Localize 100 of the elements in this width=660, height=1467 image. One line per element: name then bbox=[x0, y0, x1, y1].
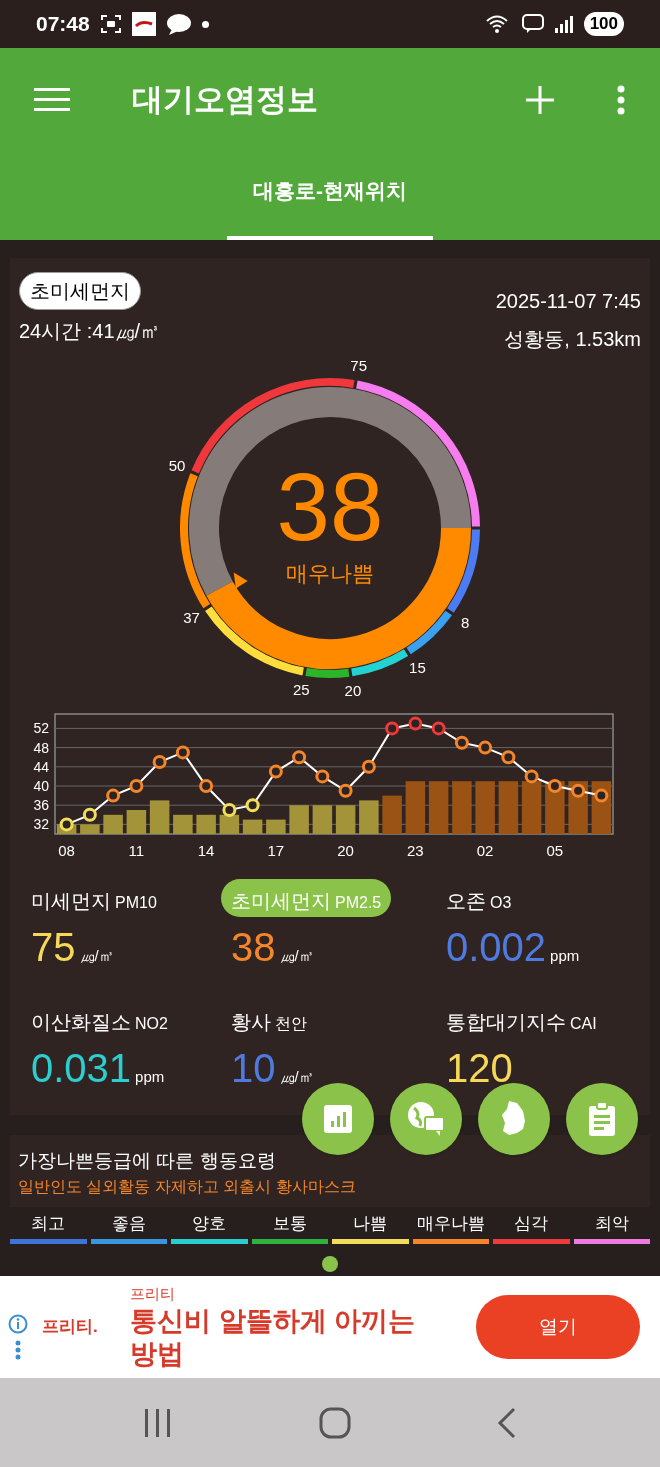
bar bbox=[149, 800, 170, 834]
x-tick-label: 08 bbox=[58, 842, 75, 859]
ad-headline: 통신비 알뜰하게 아끼는 방법 bbox=[130, 1305, 416, 1372]
measurement-unit: ㎍/㎥ bbox=[79, 946, 114, 966]
screenshot-icon bbox=[99, 14, 122, 34]
bar bbox=[452, 781, 472, 834]
data-point bbox=[547, 779, 562, 793]
measurement-unit: ㎍/㎥ bbox=[279, 946, 314, 966]
grade-label: 좋음 bbox=[111, 1213, 146, 1235]
add-icon[interactable] bbox=[526, 86, 554, 114]
bar bbox=[312, 805, 333, 834]
grade-label: 최고 bbox=[31, 1213, 66, 1235]
bar bbox=[428, 781, 449, 834]
grade-label: 양호 bbox=[192, 1213, 227, 1235]
signal-icon bbox=[553, 14, 574, 34]
y-tick-label: 36 bbox=[33, 797, 49, 814]
hd-voice-icon bbox=[521, 14, 544, 34]
y-tick-label: 44 bbox=[33, 758, 49, 775]
gauge-value: 38 bbox=[276, 458, 384, 555]
gauge-tick-label: 75 bbox=[350, 358, 367, 374]
data-point bbox=[338, 783, 353, 798]
data-point bbox=[152, 755, 167, 769]
gauge-tick-label: 25 bbox=[293, 681, 310, 698]
measurement-value: 0.002 bbox=[446, 927, 547, 967]
data-point bbox=[315, 769, 330, 784]
pollutant-selector[interactable]: 미세먼지 PM10 bbox=[31, 879, 157, 917]
bar bbox=[126, 810, 147, 834]
grade-label: 최악 bbox=[594, 1213, 629, 1235]
data-point bbox=[524, 769, 539, 784]
bar bbox=[289, 805, 309, 834]
more-options-icon[interactable] bbox=[616, 85, 626, 115]
gauge-tick-label: 37 bbox=[183, 608, 200, 626]
y-tick-label: 40 bbox=[33, 778, 49, 794]
data-point bbox=[408, 716, 423, 731]
y-tick-label: 32 bbox=[33, 816, 49, 833]
bar bbox=[80, 824, 100, 834]
data-point bbox=[431, 721, 446, 736]
app-title: 대기오염정보 bbox=[132, 80, 319, 119]
x-tick-label: 17 bbox=[267, 842, 285, 859]
bar bbox=[475, 781, 495, 834]
grade-label: 나쁨 bbox=[353, 1213, 388, 1235]
bar bbox=[173, 814, 193, 834]
info-icon[interactable] bbox=[8, 1314, 28, 1334]
pollutant-selector[interactable]: 황사 천안 bbox=[231, 1000, 307, 1038]
data-point bbox=[292, 750, 307, 765]
measurement-unit: ppm bbox=[550, 946, 580, 966]
grade-label: 보통 bbox=[272, 1213, 307, 1235]
gauge-grade: 매우나쁨 bbox=[286, 559, 374, 588]
x-tick-label: 20 bbox=[337, 842, 354, 859]
data-point bbox=[129, 779, 144, 793]
recent-apps-icon[interactable] bbox=[143, 1408, 173, 1437]
data-point bbox=[82, 807, 97, 822]
y-tick-label: 52 bbox=[33, 720, 49, 737]
app-notification-icon bbox=[131, 12, 156, 36]
x-tick-label: 14 bbox=[197, 842, 215, 859]
data-point bbox=[361, 759, 376, 774]
x-tick-label: 11 bbox=[128, 842, 145, 859]
measurement-value: 0.031 bbox=[31, 1048, 132, 1088]
measurement-value: 38 bbox=[231, 927, 276, 967]
globe-chat-icon bbox=[406, 1100, 446, 1138]
data-point bbox=[478, 740, 493, 755]
bar bbox=[521, 781, 542, 834]
advice-text: 일반인도 실외활동 자제하고 외출시 황사마스크 bbox=[18, 1176, 357, 1197]
advice-title: 가장나쁜등급에 따른 행동요령 bbox=[18, 1149, 277, 1173]
station-distance: 성황동, 1.53km bbox=[504, 327, 641, 352]
pollutant-selector[interactable]: 통합대기지수 CAI bbox=[446, 1000, 597, 1038]
gauge-tick-label: 20 bbox=[344, 682, 362, 698]
bar bbox=[498, 781, 519, 834]
bar-chart-icon bbox=[322, 1103, 354, 1135]
menu-icon[interactable] bbox=[34, 87, 70, 113]
data-point bbox=[571, 783, 586, 798]
data-point bbox=[245, 798, 260, 813]
grade-label: 심각 bbox=[514, 1213, 549, 1235]
bar bbox=[335, 805, 356, 834]
x-tick-label: 05 bbox=[546, 842, 564, 859]
open-button[interactable]: 열기 bbox=[476, 1295, 640, 1359]
pollutant-selector[interactable]: 이산화질소 NO2 bbox=[31, 1000, 168, 1038]
measurement-value: 120 bbox=[446, 1048, 513, 1088]
battery-indicator: 100 bbox=[583, 12, 624, 36]
pollutant-chip[interactable]: 초미세먼지 bbox=[19, 272, 141, 310]
data-point bbox=[222, 803, 237, 817]
data-point bbox=[175, 745, 190, 760]
bar bbox=[242, 819, 263, 834]
data-point bbox=[501, 750, 516, 765]
clipboard-icon bbox=[587, 1101, 617, 1137]
gauge-tick-label: 50 bbox=[168, 457, 186, 475]
y-tick-label: 48 bbox=[33, 739, 49, 756]
grade-label: 매우나쁨 bbox=[416, 1213, 485, 1235]
pollutant-selector[interactable]: 오존 O3 bbox=[446, 879, 512, 917]
more-vertical-icon[interactable] bbox=[15, 1340, 21, 1360]
advertiser-name: 프리티 bbox=[130, 1283, 176, 1304]
data-point bbox=[268, 764, 283, 779]
home-icon[interactable] bbox=[319, 1406, 351, 1439]
bar bbox=[103, 814, 123, 834]
data-point bbox=[199, 779, 214, 793]
x-tick-label: 23 bbox=[407, 842, 424, 859]
bar bbox=[359, 800, 379, 834]
back-icon[interactable] bbox=[497, 1406, 517, 1439]
measurement-value: 75 bbox=[31, 927, 76, 967]
data-point bbox=[106, 788, 121, 803]
